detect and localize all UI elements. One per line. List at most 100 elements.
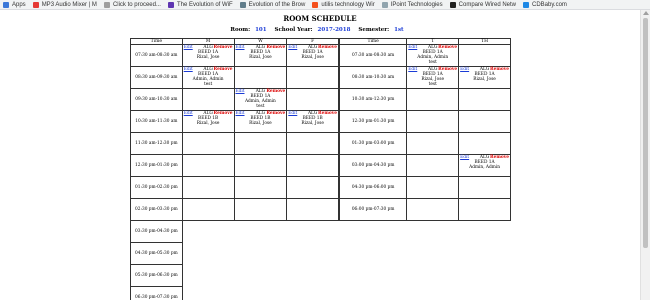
time-slot: 12:30 pm-01:30 pm bbox=[130, 154, 183, 177]
schedule-cell bbox=[286, 88, 339, 111]
table-row: 03:30 pm-04:30 pm bbox=[130, 220, 339, 243]
class-detail: Rizal, Jose bbox=[196, 121, 220, 126]
edit-link[interactable]: Edit bbox=[184, 45, 193, 50]
bookmark-item[interactable]: utilis technology Wir bbox=[309, 1, 378, 8]
schedule-cell bbox=[233, 66, 288, 89]
scroll-up-icon[interactable] bbox=[643, 11, 649, 15]
schedule-cell bbox=[406, 88, 460, 111]
class-detail: test bbox=[256, 104, 265, 109]
remove-link[interactable]: Remove bbox=[490, 67, 509, 72]
schedule-cell: Edit Remove ALG BEED 1B Rizal, Jose bbox=[233, 110, 288, 133]
schedule-cell: Edit Remove ALG BEED 1A Admin, Admin bbox=[458, 154, 511, 177]
schedule-cell bbox=[458, 44, 511, 67]
scrollbar-thumb[interactable] bbox=[643, 18, 648, 248]
table-row: 01:30 pm-02:30 pm bbox=[130, 176, 339, 199]
bookmark-item[interactable]: The Evolution of WiF bbox=[165, 1, 237, 8]
time-slot: 06:00 pm-07:30 pm bbox=[338, 198, 408, 221]
remove-link[interactable]: Remove bbox=[266, 45, 285, 50]
class-detail: test bbox=[428, 60, 437, 65]
schedule-cell bbox=[286, 198, 339, 221]
bookmark-label: IPoint Technologies bbox=[390, 1, 443, 8]
edit-link[interactable]: Edit bbox=[460, 155, 469, 160]
table-row: 07:30 am-08:30 am Edit Remove ALG BEED 1A Riz… bbox=[130, 44, 339, 67]
schedule-table-mwf: Time M W F 07:30 am-08:30 am Edit Remove ALG BEE… bbox=[130, 38, 339, 300]
time-slot: 07:30 am-08:30 am bbox=[338, 44, 408, 67]
time-slot: 06:30 pm-07:30 pm bbox=[130, 286, 183, 300]
bookmark-favicon-icon bbox=[167, 1, 174, 8]
remove-link[interactable]: Remove bbox=[318, 111, 337, 116]
schedule-cell bbox=[233, 132, 288, 155]
class-detail: Rizal, Jose bbox=[196, 55, 220, 60]
remove-link[interactable]: Remove bbox=[490, 155, 509, 160]
schedule-table-tth: Time T TH 07:30 am-08:30 am Edit Remove ALG BEE… bbox=[338, 38, 511, 221]
schedule-cell bbox=[181, 176, 235, 199]
table-row: 08:30 am-09:30 am Edit Remove ALG BEED 1A Adm… bbox=[130, 66, 339, 89]
class-detail: Rizal, Jose bbox=[473, 77, 496, 82]
time-slot: 05:30 pm-06:30 pm bbox=[130, 264, 183, 287]
schedule-cell bbox=[181, 198, 235, 221]
schedule-cell: Edit Remove ALG BEED 1A Admin, Admin test bbox=[181, 66, 235, 89]
edit-link[interactable]: Edit bbox=[408, 45, 417, 50]
time-slot: 01:30 pm-03:00 pm bbox=[338, 132, 408, 155]
remove-link[interactable]: Remove bbox=[214, 45, 233, 50]
table-row: 02:30 pm-03:30 pm bbox=[130, 198, 339, 221]
time-slot: 09:30 am-10:30 am bbox=[130, 88, 183, 111]
room-label: Room: bbox=[230, 27, 251, 33]
bookmark-item[interactable]: Click to proceed... bbox=[101, 1, 165, 8]
bookmark-label: Evolution of the Brow bbox=[248, 1, 306, 8]
bookmark-item[interactable]: CDBaby.com bbox=[520, 1, 571, 8]
table-row: 12:30 pm-01:30 pm bbox=[130, 154, 339, 177]
schedule-cell bbox=[458, 198, 511, 221]
edit-link[interactable]: Edit bbox=[184, 111, 193, 116]
remove-link[interactable]: Remove bbox=[266, 111, 285, 116]
class-detail: Rizal, Jose bbox=[301, 55, 324, 60]
remove-link[interactable]: Remove bbox=[214, 111, 233, 116]
time-slot: 07:30 am-08:30 am bbox=[130, 44, 183, 67]
remove-link[interactable]: Remove bbox=[438, 45, 457, 50]
remove-link[interactable]: Remove bbox=[214, 67, 233, 72]
edit-link[interactable]: Edit bbox=[288, 111, 297, 116]
edit-link[interactable]: Edit bbox=[184, 67, 193, 72]
schedule-cell bbox=[458, 110, 511, 133]
remove-link[interactable]: Remove bbox=[318, 45, 337, 50]
bookmark-favicon-icon bbox=[103, 1, 110, 8]
remove-link[interactable]: Remove bbox=[266, 89, 285, 94]
schedule-cell bbox=[181, 132, 235, 155]
edit-link[interactable]: Edit bbox=[236, 111, 245, 116]
time-slot: 03:00 pm-04:30 pm bbox=[338, 154, 408, 177]
remove-link[interactable]: Remove bbox=[438, 67, 457, 72]
vertical-scrollbar[interactable] bbox=[640, 10, 650, 300]
class-detail: Rizal, Jose bbox=[249, 121, 272, 126]
bookmark-label: utilis technology Wir bbox=[321, 1, 375, 8]
schedule-cell: Edit Remove ALG BEED 1A Rizal, Jose bbox=[286, 44, 339, 67]
table-row: 04:30 pm-05:30 pm bbox=[130, 242, 339, 265]
edit-link[interactable]: Edit bbox=[236, 45, 245, 50]
schedule-cell bbox=[458, 132, 511, 155]
schedule-cell bbox=[406, 176, 460, 199]
time-slot: 02:30 pm-03:30 pm bbox=[130, 198, 183, 221]
bookmark-item[interactable]: Evolution of the Brow bbox=[237, 1, 310, 8]
table-row: 06:00 pm-07:30 pm bbox=[338, 198, 511, 221]
table-row: 12:30 pm-01:30 pm bbox=[338, 110, 511, 133]
semester-value: 1st bbox=[394, 27, 404, 33]
schedule-cell bbox=[286, 154, 339, 177]
table-row: 07:30 am-08:30 am Edit Remove ALG BEED 1A Adm… bbox=[338, 44, 511, 67]
bookmark-item[interactable]: MP3 Audio Mixer | M bbox=[30, 1, 101, 8]
edit-link[interactable]: Edit bbox=[288, 45, 297, 50]
edit-link[interactable]: Edit bbox=[408, 67, 417, 72]
class-detail: Admin, Admin bbox=[469, 165, 500, 170]
class-detail: test bbox=[428, 82, 437, 87]
class-detail: Rizal, Jose bbox=[301, 121, 324, 126]
bookmark-item[interactable]: Apps bbox=[0, 1, 30, 8]
schedule-cell bbox=[286, 176, 339, 199]
school-year-value: 2017-2018 bbox=[317, 27, 351, 33]
edit-link[interactable]: Edit bbox=[236, 89, 245, 94]
bookmarks-bar: Apps MP3 Audio Mixer | M Click to proceed.… bbox=[0, 0, 650, 10]
bookmark-favicon-icon bbox=[449, 1, 456, 8]
edit-link[interactable]: Edit bbox=[460, 67, 469, 72]
bookmark-label: Compare Wired Netw bbox=[458, 1, 517, 8]
schedule-cell bbox=[458, 176, 511, 199]
bookmark-item[interactable]: IPoint Technologies bbox=[379, 1, 447, 8]
bookmark-item[interactable]: Compare Wired Netw bbox=[447, 1, 520, 8]
school-year-label: School Year: bbox=[274, 27, 313, 33]
